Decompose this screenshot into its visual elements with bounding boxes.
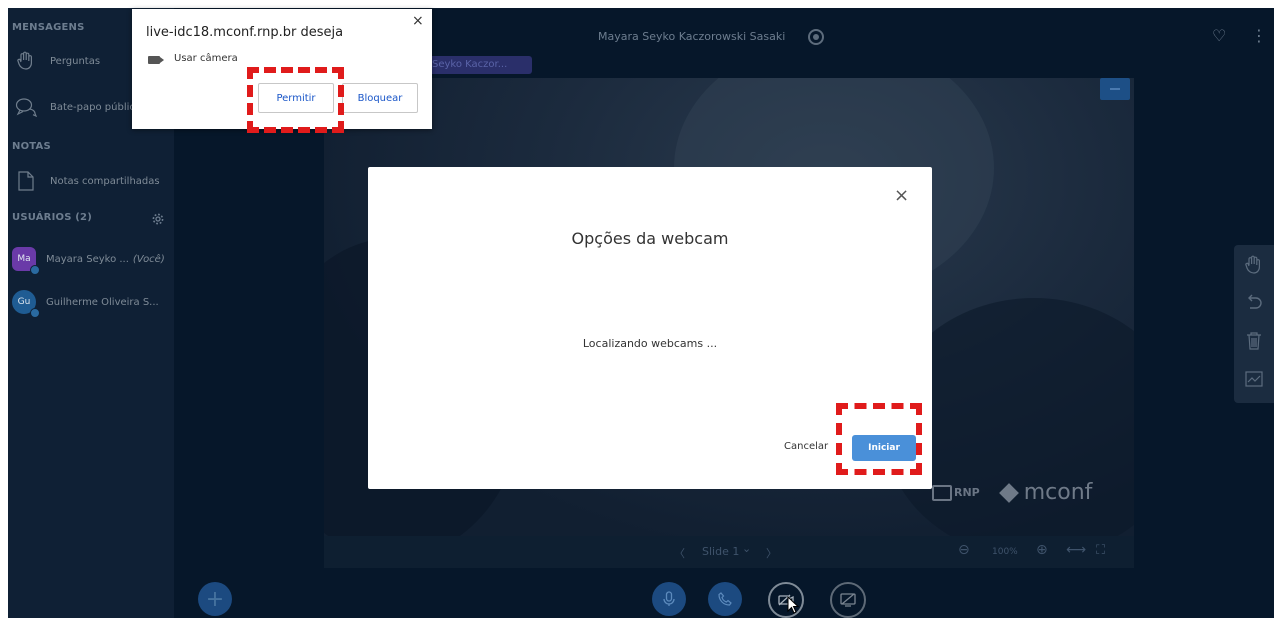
minimize-presentation-button[interactable] [1100,78,1130,100]
notes-heading: NOTAS [12,141,51,152]
rnp-logo-mark [932,484,952,501]
user-you-label: (Você) [132,253,165,265]
avatar: Ma [12,247,40,275]
phone-button[interactable] [708,582,742,616]
trash-icon[interactable] [1240,327,1268,355]
modal-title: Opções da webcam [571,229,729,248]
gear-icon[interactable] [152,210,164,229]
sidebar-item-label: Perguntas [50,55,101,67]
plus-icon: + [205,586,225,612]
camera-icon [148,56,164,64]
slide-controls: 〈 Slide 1 ⌄ 〉 ⊖ 100% ⊕ ⟷ ⛶ [324,536,1134,568]
document-icon [12,168,40,194]
user-name: Guilherme Oliveira S... [46,296,159,308]
sidebar-item-label: Notas compartilhadas [50,175,160,187]
avatar-initials: Gu [17,297,31,307]
mconf-logo-text: mconf [1023,480,1093,505]
fullscreen-icon[interactable]: ⛶ [1096,543,1105,558]
chat-icon [12,94,40,120]
mconf-logo-mark [998,482,1019,503]
user-list-item[interactable]: Gu Guilherme Oliveira S... [12,287,172,318]
slide-logos: RNP mconf [932,480,1092,505]
microphone-button[interactable] [652,582,686,616]
avatar-initials: Ma [17,254,31,264]
permission-title: live-idc18.mconf.rnp.br deseja [146,25,344,40]
fit-width-icon[interactable]: ⟷ [1066,542,1086,558]
mouse-cursor-icon [787,596,799,614]
block-button[interactable]: Bloquear [342,83,418,113]
record-icon[interactable] [808,29,824,45]
messages-heading: MENSAGENS [12,22,85,33]
close-icon[interactable]: × [412,13,424,29]
line-chart-icon[interactable] [1240,365,1268,393]
more-options-icon[interactable]: ⋮ [1251,26,1267,45]
microphone-icon [663,591,675,606]
phone-icon [718,592,732,606]
permission-camera-label: Usar câmera [174,53,238,64]
status-indicator [30,265,40,275]
presenter-tag: Seyko Kaczor... [424,56,532,74]
highlight-box-start [836,403,922,475]
users-heading: USUÁRIOS (2) [12,212,92,223]
mconf-logo: mconf [998,480,1093,505]
sidebar-item-label: Bate-papo públic [50,101,135,113]
share-screen-button[interactable] [830,582,866,618]
status-indicator [30,308,40,318]
avatar: Gu [12,290,40,318]
raise-hand-icon [12,48,40,74]
close-icon[interactable]: × [894,185,909,206]
next-slide-icon[interactable]: 〉 [766,545,777,561]
chevron-down-icon[interactable]: ⌄ [742,542,751,555]
meeting-title: Mayara Seyko Kaczorowski Sasaki [598,30,786,43]
user-list-item[interactable]: Ma Mayara Seyko ... (Você) [12,244,172,275]
cancel-button[interactable]: Cancelar [784,441,828,452]
hand-tool-icon[interactable] [1240,251,1268,279]
whiteboard-toolbar [1234,245,1274,403]
zoom-level: 100% [992,547,1018,557]
user-name: Mayara Seyko ... [46,253,129,265]
zoom-in-icon[interactable]: ⊕ [1036,542,1048,558]
previous-slide-icon[interactable]: 〈 [674,545,685,561]
screen-share-icon [840,593,856,607]
webcam-status-text: Localizando webcams ... [582,337,718,350]
highlight-box-allow [247,67,344,133]
actions-button[interactable]: + [198,582,232,616]
sidebar-item-shared-notes[interactable]: Notas compartilhadas [12,166,172,196]
heart-icon[interactable]: ♡ [1212,26,1226,45]
slide-selector[interactable]: Slide 1 [702,545,739,558]
undo-icon[interactable] [1240,289,1268,317]
rnp-logo-text: RNP [954,486,980,499]
zoom-out-icon[interactable]: ⊖ [958,542,970,558]
rnp-logo: RNP [932,484,980,501]
